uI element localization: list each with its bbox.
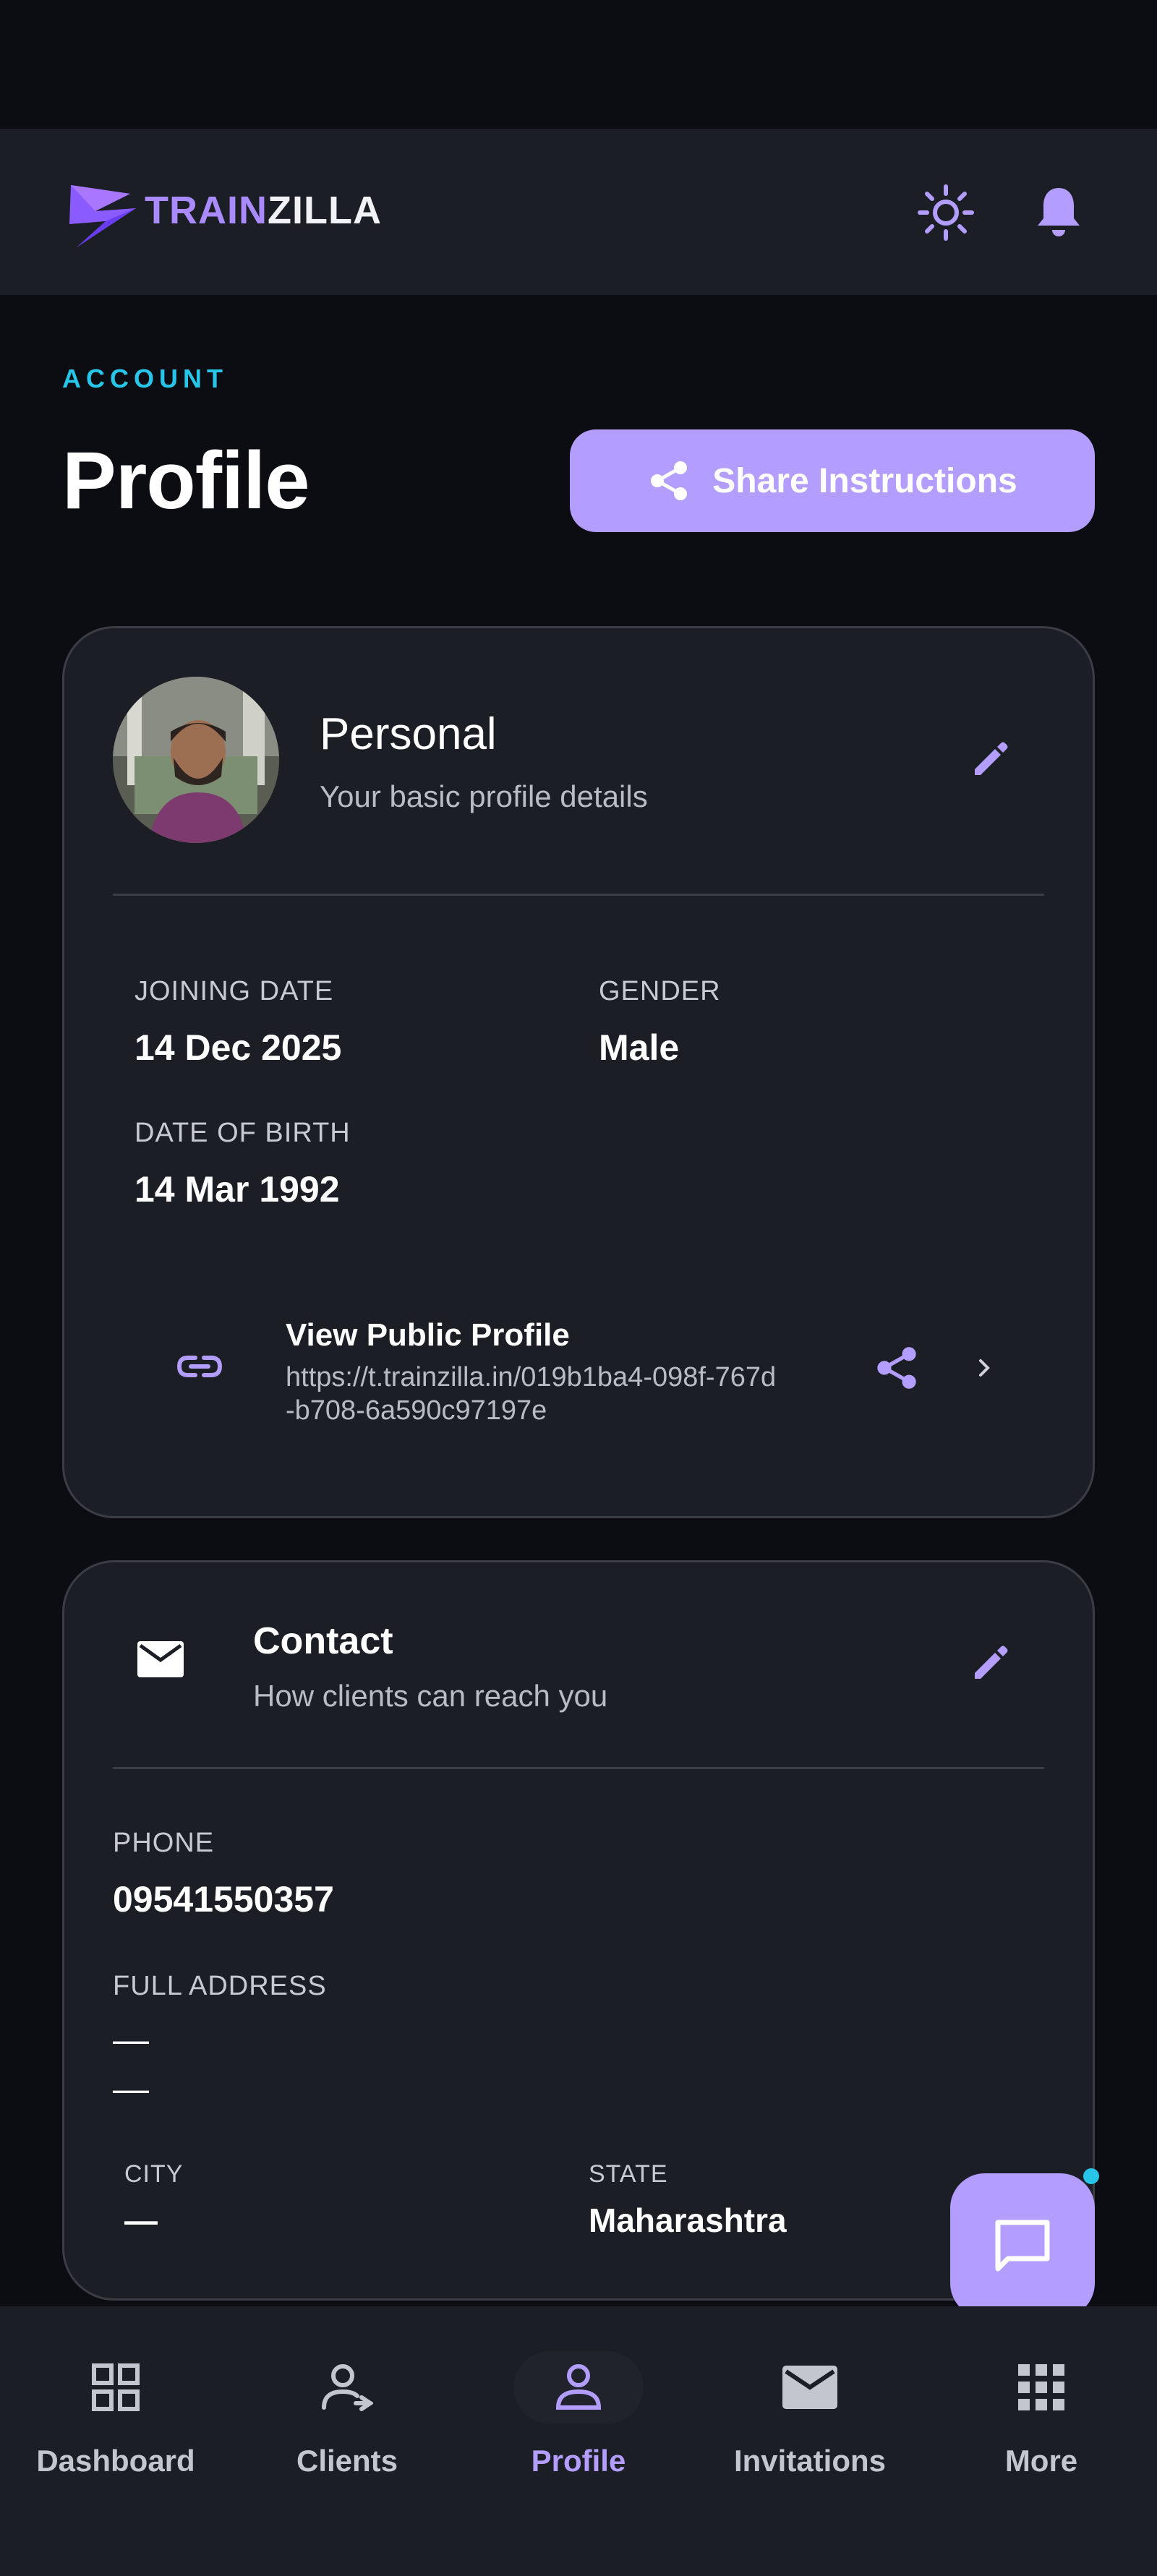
view-public-profile-row[interactable]: View Public Profile https://t.trainzilla… — [145, 1287, 1027, 1446]
contact-mail-badge — [137, 1641, 184, 1681]
public-profile-url-line2: -b708-6a590c97197e — [286, 1395, 547, 1426]
nav-clients-label: Clients — [296, 2444, 398, 2478]
grid-icon — [92, 2363, 140, 2411]
contact-divider — [113, 1767, 1044, 1769]
contact-subtitle: How clients can reach you — [253, 1679, 608, 1713]
avatar[interactable] — [113, 677, 279, 843]
nav-dashboard[interactable]: Dashboard — [0, 2306, 231, 2523]
nav-invitations-label: Invitations — [733, 2444, 887, 2478]
nav-more-label: More — [1004, 2444, 1078, 2478]
mail-icon — [137, 1641, 184, 1677]
phone-label: PHONE — [113, 1828, 215, 1858]
joining-date-value: 14 Dec 2025 — [135, 1027, 342, 1068]
brand-name: TRAINZILLA — [145, 189, 382, 232]
avatar-photo — [113, 677, 279, 843]
chat-fab-button[interactable] — [950, 2173, 1095, 2318]
state-label: STATE — [589, 2160, 668, 2188]
address-label: FULL ADDRESS — [113, 1971, 327, 2001]
pencil-icon — [975, 742, 1008, 775]
nav-profile-label: Profile — [531, 2444, 626, 2478]
chevron-right-icon — [979, 1359, 990, 1377]
person-icon — [555, 2364, 602, 2410]
share-link-icon[interactable] — [874, 1345, 920, 1391]
gender-value: Male — [599, 1027, 680, 1068]
contact-card — [62, 1560, 1095, 2301]
apps-icon — [1018, 2364, 1064, 2410]
clients-icon — [322, 2364, 373, 2411]
chat-icon — [995, 2220, 1050, 2272]
theme-toggle-button[interactable] — [910, 176, 982, 249]
bell-icon — [1038, 188, 1080, 236]
brand-logo[interactable]: TRAINZILLA — [67, 179, 392, 252]
city-value: — — [124, 2201, 158, 2239]
nav-invitations[interactable]: Invitations — [694, 2306, 926, 2523]
city-label: CITY — [124, 2160, 184, 2188]
share-instructions-button[interactable]: Share Instructions — [570, 429, 1095, 532]
chat-notification-dot — [1083, 2168, 1099, 2184]
share-icon — [651, 461, 688, 500]
joining-date-label: JOINING DATE — [135, 976, 334, 1006]
share-instructions-label: Share Instructions — [712, 461, 1017, 500]
dob-value: 14 Mar 1992 — [135, 1169, 340, 1210]
state-value: Maharashtra — [589, 2201, 787, 2239]
pencil-icon — [975, 1646, 1008, 1679]
public-profile-url-line1: https://t.trainzilla.in/019b1ba4-098f-76… — [286, 1362, 777, 1392]
status-bar — [0, 0, 1157, 129]
personal-divider — [113, 894, 1044, 896]
nav-profile[interactable]: Profile — [463, 2306, 694, 2523]
phone-value: 09541550357 — [113, 1879, 334, 1920]
sun-icon — [918, 184, 974, 241]
link-icon — [176, 1356, 223, 1377]
personal-subtitle: Your basic profile details — [320, 779, 648, 813]
address-line1: — — [113, 2019, 149, 2060]
bottom-navigation: Dashboard Clients Profile Invitations Mo… — [0, 2306, 1157, 2576]
page-title: Profile — [62, 435, 310, 526]
contact-title: Contact — [253, 1620, 393, 1662]
nav-more[interactable]: More — [926, 2306, 1157, 2523]
brand-logo-icon — [69, 185, 136, 247]
dob-label: DATE OF BIRTH — [135, 1118, 351, 1148]
section-eyebrow: ACCOUNT — [62, 364, 228, 393]
personal-title: Personal — [320, 709, 497, 759]
edit-personal-button[interactable] — [955, 723, 1027, 795]
mail-icon — [782, 2366, 837, 2409]
nav-dashboard-label: Dashboard — [36, 2444, 195, 2478]
address-line2: — — [113, 2068, 149, 2109]
edit-contact-button[interactable] — [955, 1627, 1027, 1699]
gender-label: GENDER — [599, 976, 721, 1006]
nav-clients[interactable]: Clients — [231, 2306, 463, 2523]
notifications-button[interactable] — [1022, 176, 1095, 249]
public-profile-title: View Public Profile — [286, 1317, 570, 1353]
